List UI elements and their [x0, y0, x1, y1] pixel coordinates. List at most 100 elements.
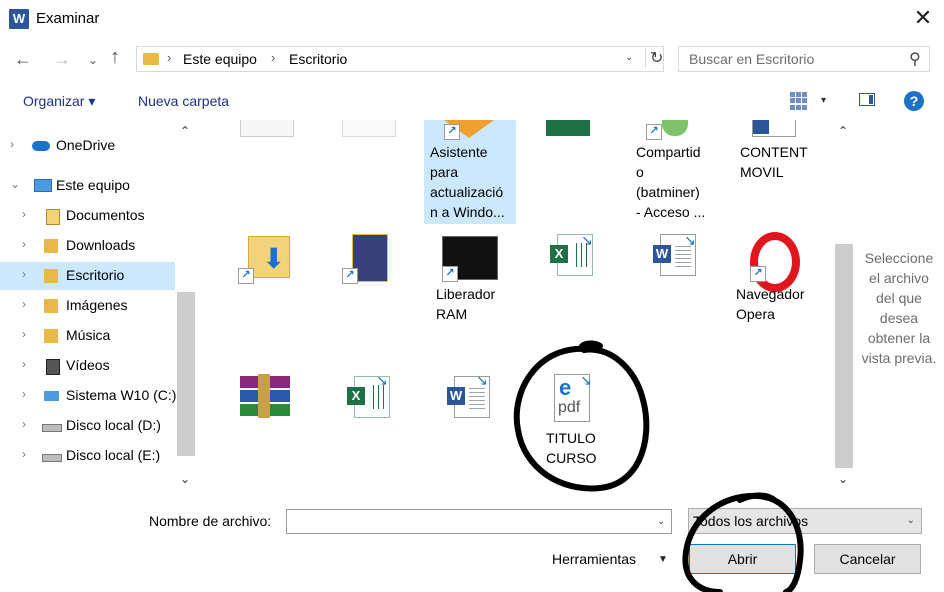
sidebar-item-este-equipo[interactable]: ⌄ Este equipo: [0, 172, 175, 200]
file-item-folder-shortcut[interactable]: ↗: [338, 232, 408, 288]
sync-arrow-icon: ↘: [581, 232, 593, 248]
filename-input[interactable]: ⌄: [286, 509, 672, 534]
file-thumbnail[interactable]: [342, 120, 396, 137]
chevron-right-icon[interactable]: ›: [10, 137, 14, 151]
search-input[interactable]: Buscar en Escritorio ⚲: [678, 46, 930, 72]
breadcrumb-separator[interactable]: ›: [167, 50, 171, 65]
file-list-scrollbar-thumb[interactable]: [835, 244, 853, 468]
sidebar-item-label: OneDrive: [56, 137, 116, 153]
pictures-folder-icon: [44, 299, 58, 313]
sidebar-item-videos[interactable]: › Vídeos: [0, 352, 175, 380]
chevron-right-icon[interactable]: ›: [22, 207, 26, 221]
file-item-word[interactable]: W ↘: [440, 372, 500, 430]
chevron-down-icon[interactable]: ⌄: [657, 516, 665, 527]
sync-arrow-icon: ↘: [376, 372, 388, 388]
sidebar-item-disco-d[interactable]: › Disco local (D:): [0, 412, 175, 440]
file-item-content-movil[interactable]: CONTENT MOVIL: [736, 120, 828, 184]
breadcrumb-escritorio[interactable]: Escritorio: [289, 51, 347, 67]
file-item-excel[interactable]: X ↘: [545, 232, 605, 288]
scroll-up-icon[interactable]: ⌃: [838, 124, 848, 138]
file-item-winrar[interactable]: [238, 374, 294, 422]
chevron-down-icon[interactable]: ⌄: [907, 515, 915, 526]
sidebar-item-documentos[interactable]: › Documentos: [0, 202, 175, 230]
view-dropdown-icon[interactable]: ▾: [821, 95, 826, 106]
chevron-right-icon[interactable]: ›: [22, 327, 26, 341]
organize-menu[interactable]: Organizar ▾: [23, 93, 95, 110]
sidebar-item-label: Este equipo: [56, 177, 130, 193]
sidebar-item-downloads[interactable]: › Downloads: [0, 232, 175, 260]
open-button[interactable]: Abrir: [689, 544, 796, 574]
sidebar-item-sistema-c[interactable]: › Sistema W10 (C:): [0, 382, 177, 410]
file-item-downloads-shortcut[interactable]: ⬇ ↗: [236, 232, 306, 288]
file-thumbnail[interactable]: [240, 120, 294, 137]
view-options-icon[interactable]: [790, 92, 808, 110]
filename-label: Nombre de archivo:: [149, 513, 272, 529]
recent-locations-button[interactable]: ⌄: [88, 50, 98, 70]
tools-menu[interactable]: Herramientas: [552, 551, 636, 567]
scroll-up-icon[interactable]: ⌃: [180, 124, 190, 138]
scroll-down-icon[interactable]: ⌄: [180, 472, 190, 486]
chevron-right-icon[interactable]: ›: [22, 417, 26, 431]
file-label: Liberador RAM: [436, 286, 496, 322]
sidebar-item-label: Sistema W10 (C:): [66, 387, 177, 403]
refresh-icon[interactable]: ↻: [645, 48, 663, 68]
sidebar-item-label: Documentos: [66, 207, 145, 223]
file-label: Navegador Opera: [736, 286, 805, 322]
tools-dropdown-icon[interactable]: ▼: [658, 554, 668, 565]
excel-file-icon[interactable]: [546, 120, 590, 136]
preview-pane-icon[interactable]: [859, 93, 875, 106]
back-button[interactable]: ←: [14, 49, 32, 69]
file-label: CONTENT MOVIL: [740, 144, 808, 180]
desktop-folder-icon: [44, 269, 58, 283]
chevron-down-icon[interactable]: ⌄: [10, 177, 20, 191]
up-button[interactable]: ↑: [110, 47, 120, 67]
breadcrumb-separator[interactable]: ›: [271, 50, 275, 65]
download-arrow-icon: ⬇: [262, 243, 286, 274]
sidebar-item-musica[interactable]: › Música: [0, 322, 175, 350]
sidebar-item-escritorio[interactable]: › Escritorio: [0, 262, 175, 290]
file-type-value: Todos los archivos: [693, 513, 809, 529]
chevron-right-icon[interactable]: ›: [22, 447, 26, 461]
sync-arrow-icon: ↘: [580, 372, 592, 388]
new-folder-button[interactable]: Nueva carpeta: [138, 93, 229, 109]
file-item-excel[interactable]: X ↘: [342, 372, 402, 430]
file-item-compartido[interactable]: ↗ Compartid o (batminer) - Acceso ...: [632, 120, 724, 224]
sync-arrow-icon: ↘: [684, 232, 696, 248]
file-item-liberador-ram[interactable]: ↗ Liberador RAM: [432, 232, 524, 328]
sidebar-item-onedrive[interactable]: › OneDrive: [0, 132, 175, 160]
help-icon[interactable]: ?: [904, 91, 924, 111]
scroll-down-icon[interactable]: ⌄: [838, 472, 848, 486]
chevron-right-icon[interactable]: ›: [22, 297, 26, 311]
drive-icon: [42, 424, 62, 432]
sidebar-item-label: Imágenes: [66, 297, 128, 313]
close-button[interactable]: ✕: [908, 4, 938, 34]
cancel-button[interactable]: Cancelar: [814, 544, 921, 574]
sidebar-item-disco-e[interactable]: › Disco local (E:): [0, 442, 175, 470]
chevron-right-icon[interactable]: ›: [22, 237, 26, 251]
sidebar-item-label: Downloads: [66, 237, 136, 253]
sidebar-item-label: Música: [66, 327, 111, 343]
search-icon[interactable]: ⚲: [909, 49, 921, 69]
file-item-titulo-curso[interactable]: e pdf ↘ TITULO CURSO: [542, 372, 634, 468]
file-item-word[interactable]: W ↘: [646, 232, 706, 288]
music-folder-icon: [44, 329, 58, 343]
breadcrumb-este-equipo[interactable]: Este equipo: [183, 51, 257, 67]
chevron-right-icon[interactable]: ›: [22, 357, 26, 371]
navigation-pane: › OneDrive ⌄ Este equipo › Documentos › …: [0, 120, 195, 492]
file-label: Asistente para actualizació n a Windo...: [430, 144, 505, 220]
sidebar-item-imagenes[interactable]: › Imágenes: [0, 292, 175, 320]
forward-button[interactable]: →: [53, 49, 71, 69]
shortcut-arrow-icon: ↗: [444, 124, 460, 140]
chevron-right-icon[interactable]: ›: [22, 387, 26, 401]
window-title: Examinar: [36, 10, 100, 27]
file-type-select[interactable]: Todos los archivos ⌄: [688, 508, 922, 534]
chevron-down-icon[interactable]: ⌄: [625, 52, 633, 63]
sidebar-item-label: Escritorio: [66, 267, 125, 283]
file-item-asistente[interactable]: ↗ Asistente para actualizació n a Windo.…: [424, 120, 516, 224]
file-item-navegador-opera[interactable]: ↗ Navegador Opera: [736, 232, 828, 328]
chevron-right-icon[interactable]: ›: [22, 267, 26, 281]
sidebar-scrollbar-thumb[interactable]: [177, 292, 195, 456]
sidebar-item-label: Disco local (E:): [66, 447, 161, 463]
windows-drive-icon: [44, 391, 59, 401]
address-bar[interactable]: › Este equipo › Escritorio ⌄ ↻: [136, 46, 664, 72]
